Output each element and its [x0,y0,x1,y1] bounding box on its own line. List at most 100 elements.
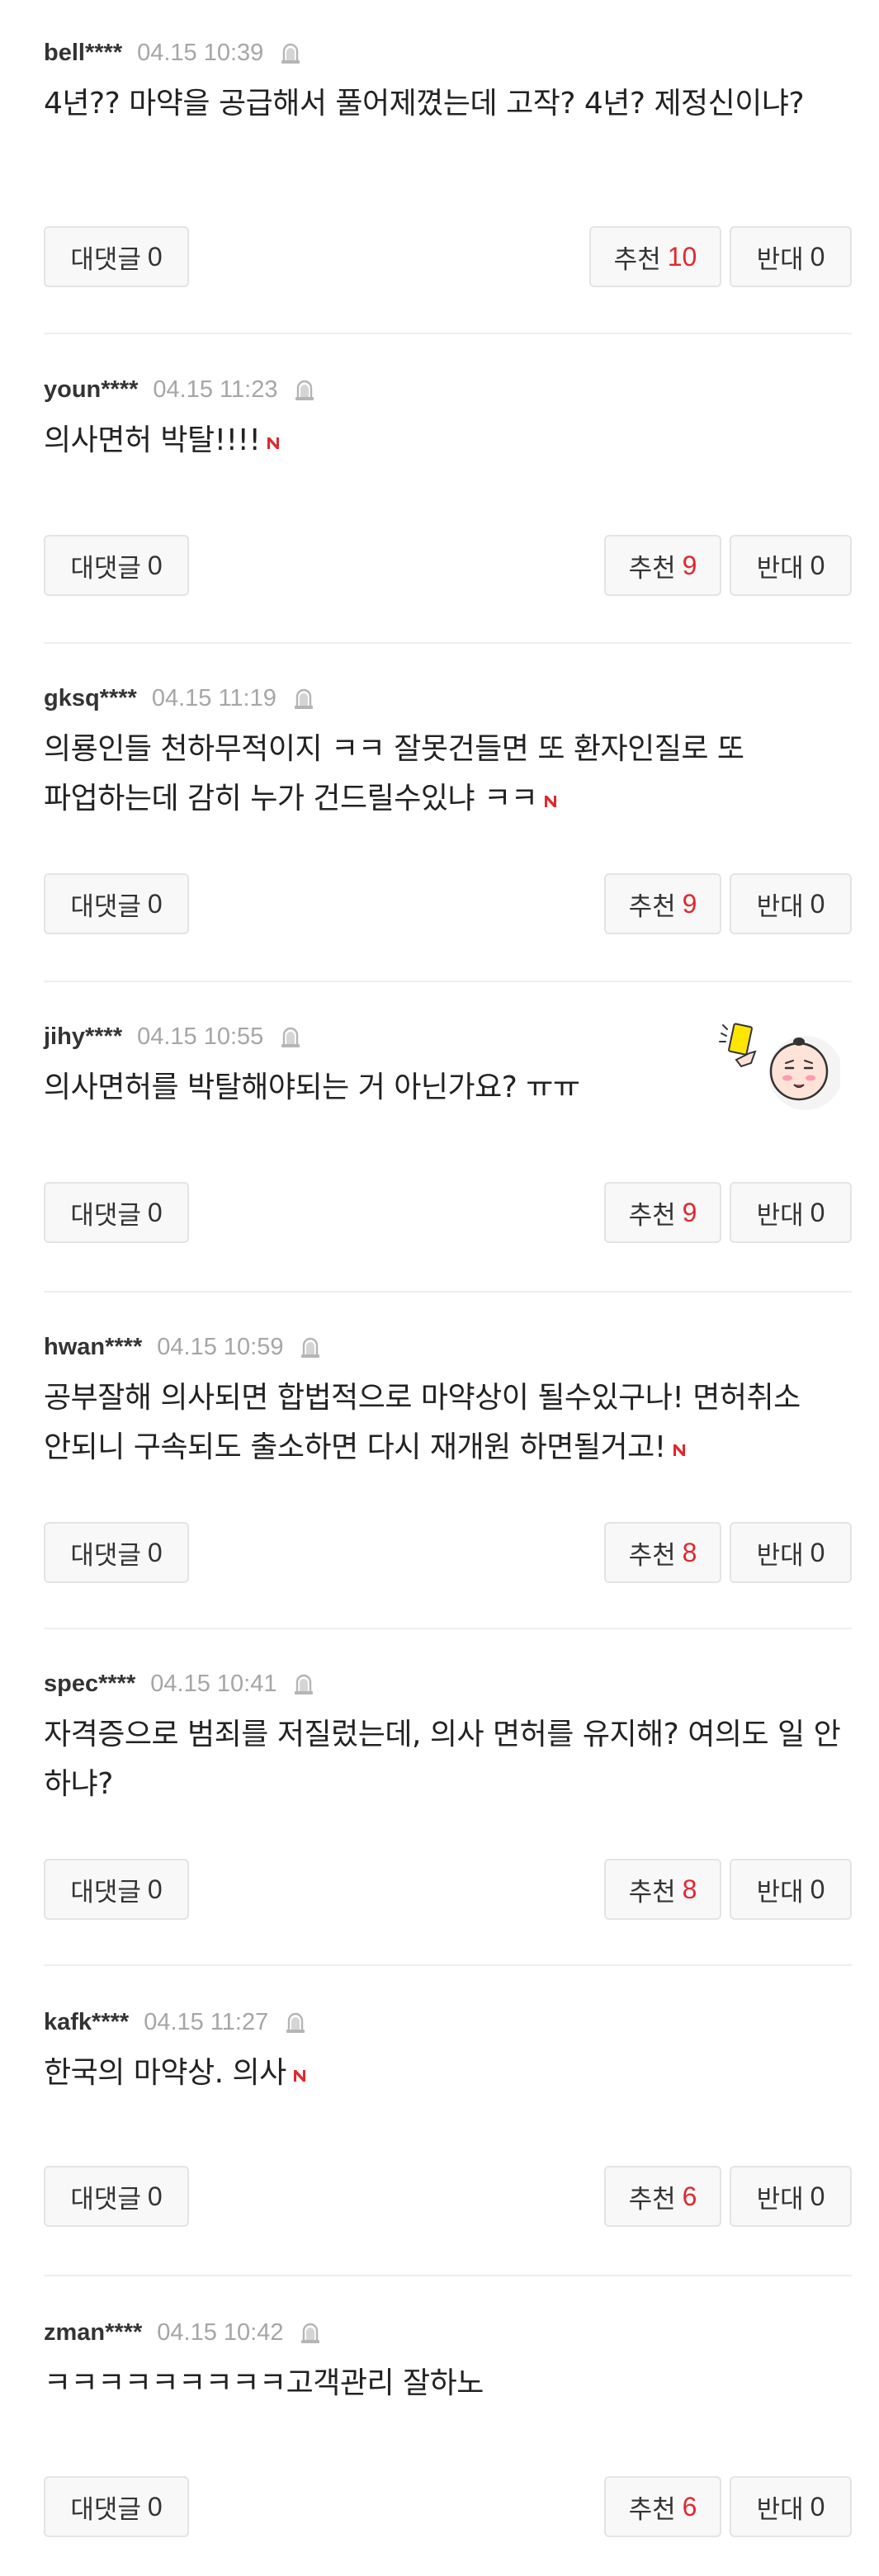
upvote-count: 6 [682,2491,697,2522]
reply-button[interactable]: 대댓글 0 [44,1859,189,1920]
downvote-label: 반대 [756,1200,804,1231]
comment-divider [44,642,852,644]
downvote-button[interactable]: 반대 0 [730,226,852,287]
comment-author[interactable]: gksq**** [44,685,137,712]
comment-timestamp: 04.15 11:23 [153,376,278,403]
comment-body: 의사면허 박탈!!!! [44,423,261,457]
reply-button[interactable]: 대댓글 0 [44,535,189,596]
downvote-count: 0 [810,2181,825,2211]
new-badge-icon [673,1444,685,1456]
new-badge-icon [545,796,557,807]
upvote-button[interactable]: 추천 6 [604,2476,721,2537]
upvote-button[interactable]: 추천 8 [604,1859,721,1920]
comment-divider [44,1964,852,1966]
downvote-button[interactable]: 반대 0 [730,873,852,934]
downvote-button[interactable]: 반대 0 [730,1182,852,1243]
report-bell-icon[interactable] [285,2010,306,2035]
report-bell-icon[interactable] [280,1024,301,1049]
comment-text: 의룡인들 천하무적이지 ㅋㅋ 잘못건들면 또 환자인질로 또 파업하는데 감히 … [44,725,853,824]
downvote-label: 반대 [756,553,804,584]
reply-button[interactable]: 대댓글 0 [44,1522,189,1583]
comment-text: 자격증으로 범죄를 저질렀는데, 의사 면허를 유지해? 여의도 일 안 하냐? [44,1710,853,1809]
report-bell-icon[interactable] [294,377,315,402]
upvote-label: 추천 [628,1877,676,1907]
reply-count: 0 [147,2491,163,2522]
downvote-button[interactable]: 반대 0 [730,2476,852,2537]
comment-author[interactable]: spec**** [44,1671,135,1698]
reply-label: 대댓글 [70,244,141,275]
reply-button[interactable]: 대댓글 0 [44,2166,189,2227]
comment-meta: zman**** 04.15 10:42 [44,2316,321,2349]
comment-author[interactable]: hwan**** [44,1334,142,1361]
report-bell-icon[interactable] [280,40,301,65]
comment-body: ㅋㅋㅋㅋㅋㅋㅋㅋㅋ고객관리 잘하노 [44,2366,484,2400]
comment-body: 한국의 마약상. 의사 [44,2056,286,2090]
comment-text: 한국의 마약상. 의사 [44,2049,853,2098]
reply-button[interactable]: 대댓글 0 [44,1182,189,1243]
upvote-count: 10 [667,241,697,272]
comment-author[interactable]: zman**** [44,2319,142,2347]
upvote-label: 추천 [628,553,676,584]
downvote-count: 0 [810,2491,825,2522]
reply-button[interactable]: 대댓글 0 [44,2476,189,2537]
downvote-count: 0 [810,1537,825,1567]
upvote-count: 8 [682,1874,697,1904]
reply-label: 대댓글 [70,2494,141,2525]
downvote-button[interactable]: 반대 0 [730,2166,852,2227]
report-bell-icon[interactable] [300,1335,321,1359]
upvote-label: 추천 [628,2494,676,2525]
comment-meta: jihy**** 04.15 10:55 [44,1020,301,1053]
upvote-button[interactable]: 추천 9 [604,1182,721,1243]
comment-author[interactable]: kafk**** [44,2009,129,2036]
reply-count: 0 [147,888,163,919]
comment-divider [44,333,852,334]
comment-author[interactable]: jihy**** [44,1023,122,1051]
reply-button[interactable]: 대댓글 0 [44,226,189,287]
upvote-label: 추천 [613,244,661,275]
upvote-count: 8 [682,1537,697,1567]
comment-meta: hwan**** 04.15 10:59 [44,1331,321,1364]
report-bell-icon[interactable] [293,686,314,711]
comment-body: 4년?? 마약을 공급해서 풀어제꼈는데 고작? 4년? 제정신이냐? [44,87,805,121]
downvote-label: 반대 [756,1877,804,1907]
upvote-button[interactable]: 추천 8 [604,1522,721,1583]
comment-timestamp: 04.15 10:59 [157,1333,284,1360]
upvote-count: 6 [682,2181,697,2211]
report-bell-icon[interactable] [300,2320,321,2345]
downvote-label: 반대 [756,244,804,275]
comment-divider [44,1291,852,1293]
comment-body: 의룡인들 천하무적이지 ㅋㅋ 잘못건들면 또 환자인질로 또 파업하는데 감히 … [44,732,744,815]
comment-timestamp: 04.15 10:55 [137,1023,264,1050]
upvote-count: 9 [682,888,697,919]
new-badge-icon [293,2070,305,2082]
reply-label: 대댓글 [70,1540,141,1571]
upvote-count: 9 [682,1197,697,1227]
reply-count: 0 [147,2181,163,2211]
reply-count: 0 [147,241,163,272]
upvote-button[interactable]: 추천 9 [604,535,721,596]
downvote-button[interactable]: 반대 0 [730,535,852,596]
downvote-count: 0 [810,1874,825,1904]
upvote-button[interactable]: 추천 10 [589,226,721,287]
comment-author[interactable]: bell**** [44,40,122,67]
downvote-button[interactable]: 반대 0 [730,1522,852,1583]
comment-divider [44,1628,852,1629]
downvote-count: 0 [810,888,825,919]
comment-text: 공부잘해 의사되면 합법적으로 마약상이 될수있구나! 면허취소 안되니 구속되… [44,1373,853,1472]
yellow-card-sticker-icon [719,1023,840,1110]
new-badge-icon [267,437,280,449]
downvote-button[interactable]: 반대 0 [730,1859,852,1920]
reply-count: 0 [147,1197,163,1227]
upvote-button[interactable]: 추천 9 [604,873,721,934]
comment-body: 자격증으로 범죄를 저질렀는데, 의사 면허를 유지해? 여의도 일 안 하냐? [44,1718,841,1801]
comment-divider [44,2275,852,2276]
comment-meta: spec**** 04.15 10:41 [44,1667,314,1700]
comment-author[interactable]: youn**** [44,376,138,404]
downvote-label: 반대 [756,891,804,922]
report-bell-icon[interactable] [293,1671,314,1696]
upvote-button[interactable]: 추천 6 [604,2166,721,2227]
reply-button[interactable]: 대댓글 0 [44,873,189,934]
comment-meta: youn**** 04.15 11:23 [44,373,315,406]
reply-count: 0 [147,1537,163,1567]
comment-text: 의사면허 박탈!!!! [44,416,853,466]
